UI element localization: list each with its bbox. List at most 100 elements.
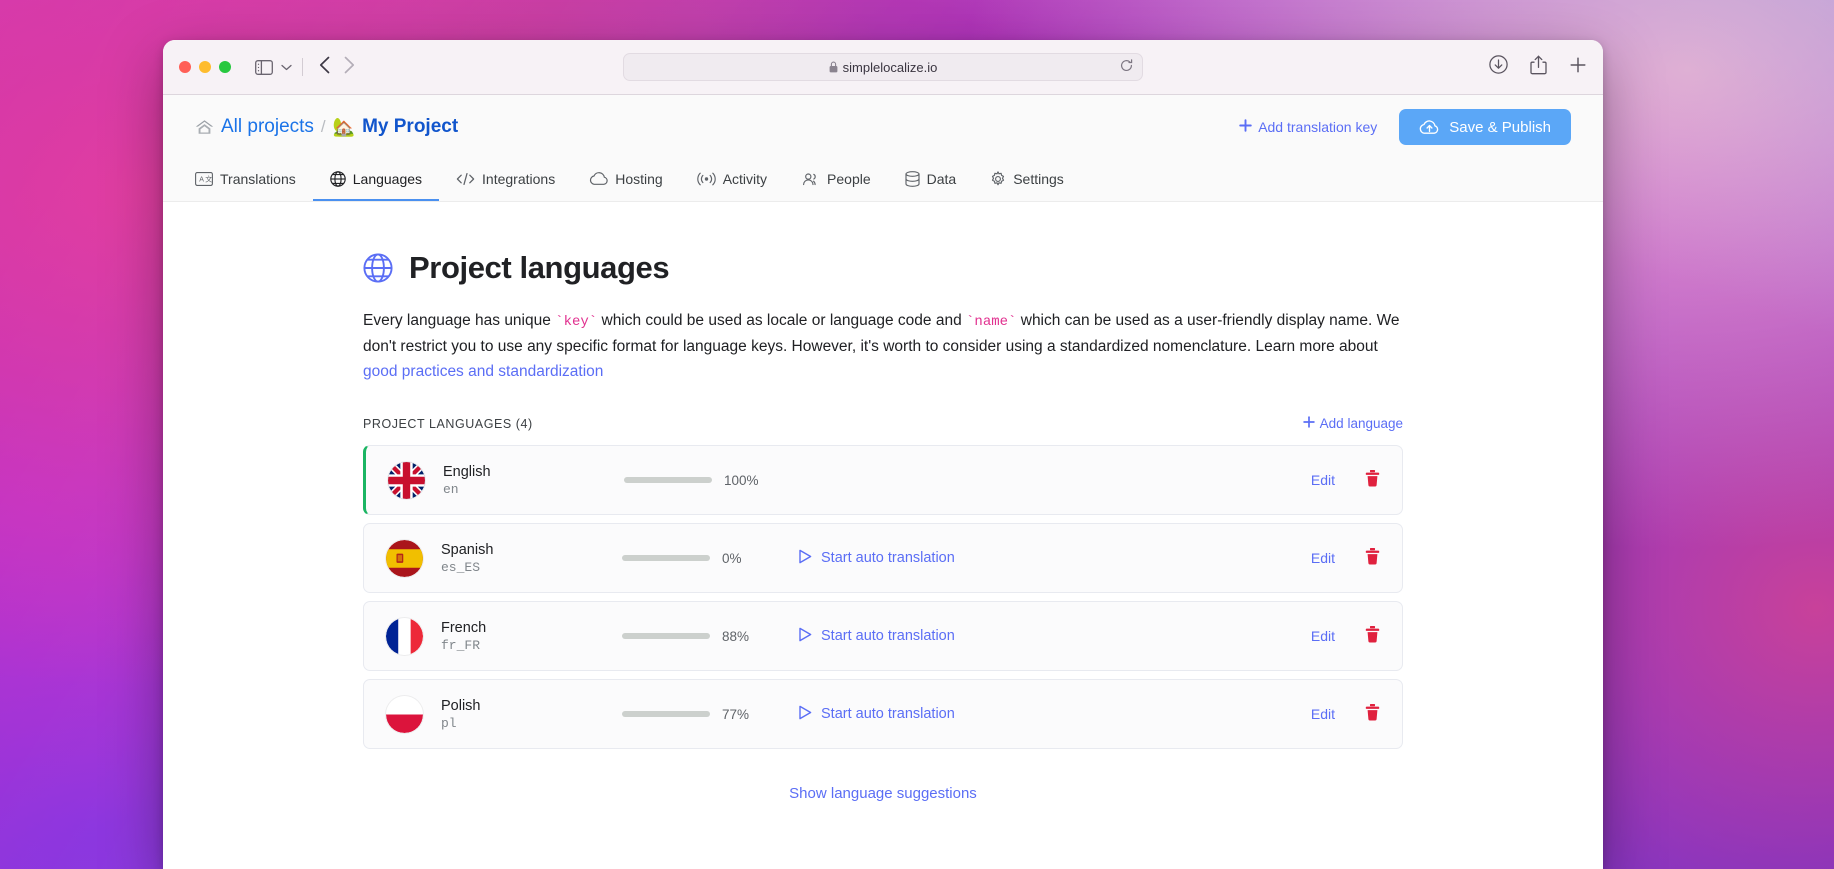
start-auto-translation-label: Start auto translation (821, 550, 955, 567)
maximize-window-button[interactable] (219, 61, 231, 73)
progress-cell: 0% (622, 551, 798, 566)
tab-settings-label: Settings (1013, 171, 1064, 187)
language-code: pl (441, 715, 457, 731)
sidebar-chevron-down-icon[interactable] (281, 58, 292, 76)
minimize-window-button[interactable] (199, 61, 211, 73)
add-language-button[interactable]: Add language (1302, 416, 1403, 432)
new-tab-plus-icon[interactable] (1569, 56, 1587, 79)
address-bar[interactable]: simplelocalize.io (623, 53, 1143, 81)
edit-button[interactable]: Edit (1311, 706, 1335, 722)
breadcrumb-project-name[interactable]: My Project (362, 116, 458, 138)
tab-people[interactable]: People (784, 159, 888, 201)
toolbar-divider (302, 58, 303, 76)
tab-settings[interactable]: Settings (973, 159, 1081, 201)
share-icon[interactable] (1530, 55, 1547, 80)
progress-bar (622, 711, 710, 718)
tab-integrations-label: Integrations (482, 171, 556, 187)
start-auto-translation-label: Start auto translation (821, 628, 955, 645)
tab-data[interactable]: Data (888, 159, 974, 201)
translate-icon: A 文 (195, 172, 213, 186)
sidebar-toggle-icon[interactable] (255, 59, 273, 75)
edit-button[interactable]: Edit (1311, 472, 1335, 488)
globe-icon (329, 171, 346, 187)
cloud-upload-icon (1419, 119, 1440, 135)
delete-button[interactable] (1365, 470, 1380, 490)
globe-icon (363, 253, 393, 283)
app-header: All projects / 🏡 My Project Add translat… (163, 95, 1603, 202)
intro-part2: which could be used as locale or languag… (597, 312, 967, 329)
trash-icon (1365, 626, 1380, 646)
add-translation-key-button[interactable]: Add translation key (1239, 119, 1377, 135)
browser-window: simplelocalize.io All projects / 🏡 My Pr… (163, 40, 1603, 869)
edit-button[interactable]: Edit (1311, 628, 1335, 644)
plus-icon (1302, 416, 1315, 431)
intro-code-key: `key` (555, 314, 598, 330)
window-controls[interactable] (179, 61, 231, 73)
progress-percent: 0% (722, 550, 742, 566)
tab-integrations[interactable]: Integrations (439, 159, 572, 201)
delete-button[interactable] (1365, 626, 1380, 646)
table-row[interactable]: Polish pl 77% Start auto translation Edi… (363, 679, 1403, 750)
start-auto-translation-label: Start auto translation (821, 706, 955, 723)
start-auto-translation-button[interactable]: Start auto translation (798, 705, 1088, 724)
start-auto-translation-button[interactable]: Start auto translation (798, 549, 1088, 568)
tab-people-label: People (827, 171, 871, 187)
good-practices-link[interactable]: good practices and standardization (363, 363, 603, 380)
project-languages-count-label: PROJECT LANGUAGES (4) (363, 416, 533, 431)
tab-activity[interactable]: Activity (680, 159, 784, 201)
forward-arrow-icon[interactable] (344, 56, 355, 79)
start-auto-translation-button[interactable]: Start auto translation (798, 627, 1088, 646)
progress-percent: 77% (722, 706, 750, 722)
reload-icon[interactable] (1120, 59, 1133, 75)
tab-hosting[interactable]: Hosting (572, 159, 679, 201)
tab-translations[interactable]: A 文 Translations (195, 159, 313, 201)
app-content: All projects / 🏡 My Project Add translat… (163, 95, 1603, 869)
close-window-button[interactable] (179, 61, 191, 73)
breadcrumb-separator: / (320, 117, 326, 136)
play-icon (798, 705, 812, 724)
breadcrumb-all-projects[interactable]: All projects (221, 116, 314, 138)
progress-bar (624, 477, 712, 484)
gear-icon (990, 171, 1006, 187)
tab-translations-label: Translations (220, 171, 296, 187)
flag-spain-icon (386, 539, 423, 577)
save-publish-button[interactable]: Save & Publish (1399, 109, 1571, 145)
delete-button[interactable] (1365, 548, 1380, 568)
progress-percent: 100% (724, 472, 759, 488)
delete-button[interactable] (1365, 704, 1380, 724)
plus-icon (1239, 119, 1252, 135)
language-code: es_ES (441, 559, 481, 575)
breadcrumb: All projects / 🏡 My Project (195, 116, 458, 138)
language-list: English en 100% Edit Spanish es_ES 0% St… (363, 445, 1403, 750)
suggestions-row: Show language suggestions (363, 785, 1403, 802)
table-row[interactable]: French fr_FR 88% Start auto translation … (363, 601, 1403, 672)
table-row[interactable]: English en 100% Edit (363, 445, 1403, 516)
url-text: simplelocalize.io (842, 59, 938, 75)
svg-text:A: A (199, 177, 204, 184)
trash-icon (1365, 548, 1380, 568)
page-title: Project languages (409, 250, 670, 285)
database-icon (905, 171, 920, 187)
project-emoji-icon: 🏡 (332, 117, 356, 137)
add-language-label: Add language (1319, 416, 1403, 432)
flag-uk-icon (388, 461, 425, 499)
trash-icon (1365, 470, 1380, 490)
show-language-suggestions-button[interactable]: Show language suggestions (789, 785, 977, 802)
tab-languages[interactable]: Languages (312, 159, 440, 201)
language-code: fr_FR (441, 637, 481, 653)
tab-data-label: Data (926, 171, 957, 187)
play-icon (798, 549, 812, 568)
lock-icon (829, 61, 838, 73)
page-body: Project languages Every language has uni… (163, 202, 1603, 869)
back-arrow-icon[interactable] (319, 56, 330, 79)
language-name: Polish (441, 697, 481, 714)
table-row[interactable]: Spanish es_ES 0% Start auto translation … (363, 523, 1403, 594)
edit-button[interactable]: Edit (1311, 550, 1335, 566)
tab-activity-label: Activity (722, 171, 768, 187)
header-actions: Add translation key Save & Publish (1239, 109, 1571, 145)
language-name: Spanish (441, 541, 494, 558)
download-icon[interactable] (1489, 55, 1508, 79)
home-icon (195, 119, 214, 135)
add-translation-key-label: Add translation key (1258, 119, 1378, 135)
trash-icon (1365, 704, 1380, 724)
